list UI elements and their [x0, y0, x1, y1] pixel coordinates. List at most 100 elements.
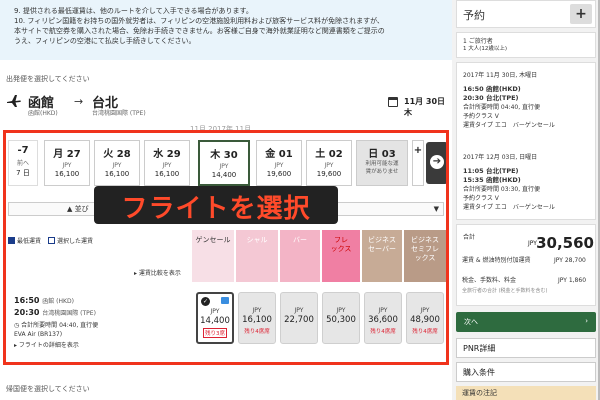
main-content: 9. 提供される最低運賃は、他のルートを介して入手できる場合があります。 10.… — [0, 0, 452, 400]
segment-duration: 合計所要時間 03:30, 直行便 — [463, 186, 541, 193]
date-unavailable-text: 賃がありませ — [365, 169, 399, 175]
date-cell[interactable]: 月 27 JPY 16,100 — [44, 140, 90, 186]
expand-button[interactable]: + — [570, 4, 592, 24]
fare-currency: JPY — [210, 308, 220, 315]
route-header: 函館 → 台北 函館(HKD) 台湾桃園国際 (TPE) 11月 30日 木 — [6, 92, 446, 120]
segment-departure: 11:05 台北(TPE) — [463, 167, 519, 176]
route-arrow-icon: → — [74, 95, 84, 108]
traveler-summary: 1 ご旅行者 1 大人(12歳以上) — [456, 32, 596, 58]
notice-line: 9. 提供される最低運賃は、他のルートを介して入手できる場合があります。 — [14, 7, 253, 15]
fare-type-header: ゲンセール — [192, 230, 234, 282]
total-label: 合計 — [463, 234, 476, 241]
date-currency: JPY — [162, 162, 172, 169]
calendar-icon — [388, 97, 398, 107]
fare-currency: JPY — [294, 307, 304, 314]
booking-sidebar: 予約 + 1 ご旅行者 1 大人(12歳以上) 2017年 11月 30日, 木… — [452, 0, 600, 400]
booking-title: 予約 — [463, 9, 485, 22]
fare-currency: JPY — [252, 307, 262, 314]
fare-line-amount: JPY 28,700 — [554, 257, 586, 264]
flight-details-link[interactable]: ▸ フライトの詳細を表示 — [14, 340, 194, 349]
date-prev-week-button[interactable]: -7 前へ 7 日 — [8, 140, 38, 186]
date-day: 木 30 — [210, 150, 238, 161]
segment-date: 2017年 12月 03日, 日曜日 — [463, 154, 538, 161]
fare-option[interactable]: JPY 36,600 残り4席席 — [364, 292, 402, 344]
duration-text: 合計所要時間 04:40, 直行便 — [21, 322, 99, 329]
date-cell[interactable]: 金 01 JPY 19,600 — [256, 140, 302, 186]
overlay-text: フライトを選択 — [121, 194, 311, 224]
fare-seats-left: 残り4席席 — [244, 329, 270, 335]
purchase-terms-button[interactable]: 購入条件 — [456, 362, 596, 382]
date-cell-selected[interactable]: 木 30 JPY 14,400 — [198, 140, 250, 186]
fare-currency: JPY — [420, 307, 430, 314]
date-cell[interactable]: 土 02 JPY 19,600 — [306, 140, 352, 186]
departure-airport: 函館 (HKD) — [42, 298, 74, 305]
traveler-type: 1 大人(12歳以上) — [463, 46, 508, 52]
fare-option[interactable]: JPY 48,900 残り4席席 — [406, 292, 444, 344]
fare-seats-left: 残り3席 — [203, 328, 227, 338]
flight-details-text: フライトの詳細を表示 — [18, 342, 79, 349]
fare-type-header: フレ ックス — [322, 230, 360, 282]
date-day: 土 02 — [315, 149, 343, 160]
lowest-fare-swatch — [8, 237, 15, 244]
fare-option[interactable]: JPY 16,100 残り4席席 — [238, 292, 276, 344]
prev-count: 7 日 — [16, 169, 30, 177]
fare-amount: 48,900 — [410, 315, 440, 325]
date-day: + — [413, 145, 423, 156]
next-button-label: 次へ — [464, 318, 478, 326]
date-next-button[interactable]: ➔ — [426, 142, 448, 184]
date-cell[interactable]: 水 29 JPY 16,100 — [144, 140, 190, 186]
fare-notes-header[interactable]: 運賃の注記 — [456, 386, 596, 400]
next-button[interactable]: 次へ › — [456, 312, 596, 332]
fare-option[interactable]: JPY 22,700 — [280, 292, 318, 344]
date-cell-partial[interactable]: + — [412, 140, 424, 186]
sort-label: ▲ 並び — [67, 205, 89, 213]
departure-time: 16:50 — [14, 296, 40, 305]
date-price: 16,100 — [154, 170, 180, 178]
segment-fare-type: 運賃タイプ エコ バーゲンセール — [463, 122, 555, 129]
date-day: 月 27 — [53, 149, 81, 160]
fare-type-header: ビジネス セーバー — [362, 230, 402, 282]
month-title: 11月 2017年 11月 — [190, 125, 252, 133]
fare-amount: 22,700 — [284, 315, 314, 325]
itinerary-summary: 2017年 11月 30日, 木曜日 16:50 函館(HKD) 20:30 台… — [456, 62, 596, 220]
arrow-right-icon: ➔ — [430, 155, 444, 169]
date-currency: JPY — [112, 162, 122, 169]
booking-header: 予約 + — [456, 0, 596, 28]
date-day: 日 03 — [368, 149, 396, 160]
date-day: 金 01 — [265, 149, 293, 160]
tag-icon — [221, 297, 229, 304]
legend-lowest: 最低運賃 — [17, 238, 42, 245]
segment-arr-text: 20:30 台北(TPE) — [463, 94, 519, 102]
notice-line: うえ、フィリピンの空港にて払戻し手続きしてください。 — [14, 37, 196, 45]
fare-amount: 14,400 — [200, 316, 230, 326]
pnr-details-button[interactable]: PNR詳細 — [456, 338, 596, 358]
tax-line-label: 税金、手数料、料金 — [462, 277, 517, 284]
date-currency: JPY — [274, 162, 284, 169]
date-price: 19,600 — [266, 170, 292, 178]
segment-dep-text: 16:50 函館(HKD) — [463, 85, 521, 93]
segment-arrival: 20:30 台北(TPE) — [463, 94, 519, 103]
date-cell-unavailable[interactable]: 日 03 利用可能な運 賃がありませ — [356, 140, 408, 186]
date-currency: JPY — [62, 162, 72, 169]
date-price: 16,100 — [104, 170, 130, 178]
date-price: 19,600 — [316, 170, 342, 178]
segment-arrival: 15:35 函館(HKD) — [463, 176, 521, 185]
fare-amount: 36,600 — [368, 315, 398, 325]
notice-line: 10. フィリピン国籍をお持ちの国外就労者は、フィリピンの空港施設利用料および旅… — [14, 17, 384, 25]
return-label: 帰国便を選択してください — [6, 385, 90, 393]
tax-line-amount: JPY 1,860 — [558, 277, 587, 284]
date-day: 火 28 — [103, 149, 131, 160]
sort-text: 並び — [74, 205, 89, 213]
fare-type-header: シャル — [236, 230, 278, 282]
flight-airline: EVA Air (BR137) — [14, 331, 63, 338]
arrival-time: 20:30 — [14, 308, 40, 317]
fare-option[interactable]: JPY 50,300 — [322, 292, 360, 344]
fare-option-selected[interactable]: ✓ JPY 14,400 残り3席 — [196, 292, 234, 344]
date-currency: JPY — [324, 162, 334, 169]
date-cell[interactable]: 火 28 JPY 16,100 — [94, 140, 140, 186]
arrival-line: 20:30 台湾桃園国際 (TPE) — [14, 308, 194, 317]
date-strip: -7 前へ 7 日 月 27 JPY 16,100 火 28 JPY 16,10… — [8, 140, 448, 186]
fare-amount: 16,100 — [242, 315, 272, 325]
compare-fares-link[interactable]: ▸ 運賃比較を表示 — [134, 268, 181, 277]
flight-info: 16:50 函館 (HKD) 20:30 台湾桃園国際 (TPE) ◷ 合計所要… — [14, 296, 194, 349]
